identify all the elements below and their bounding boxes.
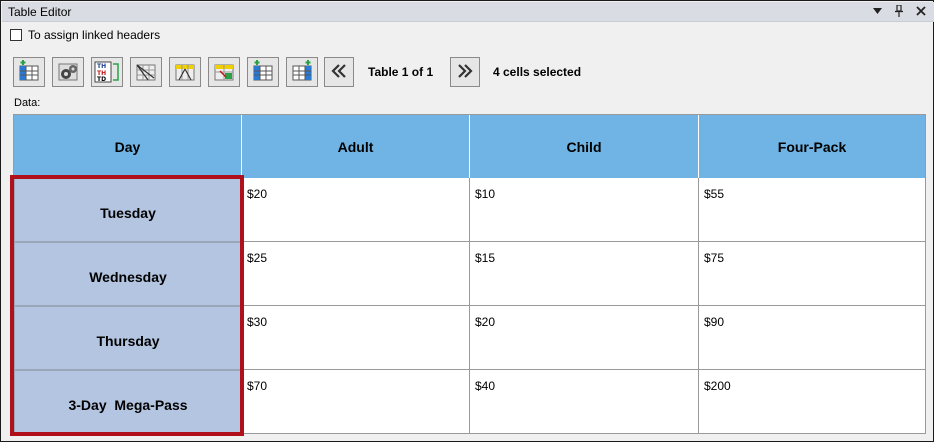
cell-fill-icon	[212, 60, 236, 84]
row-header-cell[interactable]: Tuesday	[14, 178, 242, 242]
svg-text:TH: TH	[97, 63, 106, 70]
data-cell[interactable]: $25	[242, 242, 470, 306]
linked-headers-option[interactable]: To assign linked headers	[10, 28, 160, 42]
data-cell[interactable]: $75	[699, 242, 925, 306]
data-cell[interactable]: $10	[470, 178, 699, 242]
previous-table-button[interactable]	[324, 57, 354, 87]
selection-status: 4 cells selected	[493, 65, 582, 79]
add-row-icon	[290, 60, 314, 84]
double-chevron-left-icon	[331, 61, 347, 84]
table-indicator: Table 1 of 1	[368, 65, 434, 79]
data-cell[interactable]: $15	[470, 242, 699, 306]
add-column-button[interactable]	[247, 57, 279, 87]
data-cell[interactable]: $70	[242, 370, 470, 433]
diagonal-grid-icon	[134, 60, 158, 84]
data-cell[interactable]: $20	[242, 178, 470, 242]
window-title: Table Editor	[8, 5, 72, 19]
th-td-toggle-icon: TH TH TD	[94, 60, 120, 84]
insert-column-icon	[17, 60, 41, 84]
svg-text:TD: TD	[97, 76, 106, 83]
table-settings-button[interactable]	[52, 57, 84, 87]
data-cell[interactable]: $55	[699, 178, 925, 242]
next-table-button[interactable]	[450, 57, 480, 87]
data-cell[interactable]: $90	[699, 306, 925, 370]
linked-headers-label: To assign linked headers	[28, 28, 161, 42]
title-controls	[870, 4, 928, 18]
dropdown-icon[interactable]	[870, 4, 884, 18]
add-row-button[interactable]	[286, 57, 318, 87]
table-editor-window: Table Editor To assign linked headers TH…	[0, 0, 934, 442]
header-split-button[interactable]	[169, 57, 201, 87]
title-bar: Table Editor	[2, 2, 934, 22]
settings-gears-icon	[56, 60, 80, 84]
insert-column-button[interactable]	[13, 57, 45, 87]
linked-headers-checkbox[interactable]	[10, 29, 22, 41]
pin-icon[interactable]	[892, 4, 906, 18]
toolbar: TH TH TD Table 1 of 1 4 cells selected	[13, 56, 581, 88]
header-cell-day[interactable]: Day	[14, 115, 242, 178]
header-cell-child[interactable]: Child	[470, 115, 699, 178]
row-header-cell[interactable]: Wednesday	[14, 242, 242, 306]
table-grid: Day Adult Child Four-Pack Tuesday $20 $1…	[13, 114, 926, 434]
add-column-icon	[251, 60, 275, 84]
cell-fill-button[interactable]	[208, 57, 240, 87]
header-split-icon	[173, 60, 197, 84]
header-data-toggle-button[interactable]: TH TH TD	[91, 57, 123, 87]
data-cell[interactable]: $20	[470, 306, 699, 370]
close-icon[interactable]	[914, 4, 928, 18]
row-header-cell[interactable]: Thursday	[14, 306, 242, 370]
row-header-cell[interactable]: 3-Day Mega-Pass	[14, 370, 242, 433]
data-cell[interactable]: $200	[699, 370, 925, 433]
header-cell-four-pack[interactable]: Four-Pack	[699, 115, 925, 178]
header-cell-adult[interactable]: Adult	[242, 115, 470, 178]
data-cell[interactable]: $40	[470, 370, 699, 433]
data-label: Data:	[14, 97, 41, 109]
double-chevron-right-icon	[457, 61, 473, 84]
data-cell[interactable]: $30	[242, 306, 470, 370]
diagonal-grid-button[interactable]	[130, 57, 162, 87]
